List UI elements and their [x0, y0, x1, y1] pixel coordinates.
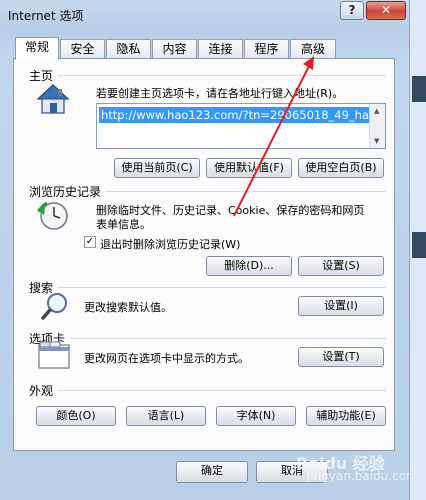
- tab-programs[interactable]: 程序: [244, 39, 289, 59]
- tabs-settings-button[interactable]: 设置(T): [298, 347, 384, 367]
- search-description: 更改搜索默认值。: [84, 301, 172, 314]
- scroll-down-icon[interactable]: ▼: [374, 137, 379, 145]
- title-bar[interactable]: Internet 选项 ? ✕: [0, 0, 410, 30]
- scroll-up-icon[interactable]: ▲: [374, 107, 379, 115]
- background-fragment: [412, 232, 426, 258]
- homepage-url-text: http://www.hao123.com/?tn=29065018_49_ha…: [99, 107, 369, 123]
- help-button[interactable]: ?: [340, 1, 364, 20]
- tab-connections[interactable]: 连接: [198, 39, 243, 59]
- tab-general[interactable]: 常规: [15, 37, 59, 60]
- search-separator: [58, 287, 386, 288]
- use-blank-button[interactable]: 使用空白页(B): [298, 158, 384, 178]
- tab-advanced[interactable]: 高级: [290, 39, 336, 59]
- background-strip: [410, 0, 426, 500]
- homepage-group-title: 主页: [29, 69, 54, 83]
- homepage-description: 若要创建主页选项卡，请在各地址行键入地址(R)。: [96, 87, 344, 100]
- history-clock-icon: [36, 199, 70, 236]
- history-separator: [106, 191, 386, 192]
- delete-on-exit-label[interactable]: 退出时删除浏览历史记录(W): [100, 236, 240, 252]
- tabs-description: 更改网页在选项卡中显示的方式。: [84, 352, 249, 365]
- window-title: Internet 选项: [8, 9, 84, 23]
- home-icon: [36, 83, 70, 118]
- tab-security[interactable]: 安全: [60, 39, 105, 59]
- general-tab-panel: 主页 若要创建主页选项卡，请在各地址行键入地址(R)。 http://www.h…: [13, 58, 395, 451]
- appearance-separator: [58, 390, 386, 391]
- delete-on-exit-checkbox[interactable]: ✓: [84, 236, 96, 248]
- baidu-watermark-url: jingyan.baidu.com: [307, 469, 418, 483]
- use-default-button[interactable]: 使用默认值(F): [206, 158, 292, 178]
- accessibility-button[interactable]: 辅助功能(E): [306, 406, 386, 426]
- search-magnifier-icon: [40, 291, 70, 324]
- tabs-separator: [70, 338, 386, 339]
- homepage-url-textarea[interactable]: http://www.hao123.com/?tn=29065018_49_ha…: [96, 103, 386, 149]
- history-description-line2: 表单信息。: [96, 218, 151, 231]
- search-settings-button[interactable]: 设置(I): [298, 296, 384, 316]
- internet-options-dialog: Internet 选项 ? ✕ 常规 安全 隐私 内容 连接 程序 高级 主页 …: [0, 0, 418, 500]
- close-button[interactable]: ✕: [366, 1, 406, 20]
- homepage-separator: [58, 75, 386, 76]
- history-settings-button[interactable]: 设置(S): [298, 256, 384, 276]
- background-fragment: [412, 76, 426, 102]
- appearance-group-title: 外观: [29, 384, 54, 398]
- languages-button[interactable]: 语言(L): [126, 406, 206, 426]
- colors-button[interactable]: 颜色(O): [36, 406, 116, 426]
- tabbed-window-icon: [38, 341, 70, 372]
- tab-privacy[interactable]: 隐私: [106, 39, 151, 59]
- use-current-button[interactable]: 使用当前页(C): [114, 158, 200, 178]
- ok-button[interactable]: 确定: [176, 461, 248, 483]
- url-scrollbar[interactable]: ▲ ▼: [369, 104, 385, 148]
- delete-history-button[interactable]: 删除(D)...: [206, 256, 292, 276]
- tab-content[interactable]: 内容: [152, 39, 197, 59]
- history-group-title: 浏览历史记录: [29, 185, 102, 199]
- fonts-button[interactable]: 字体(N): [216, 406, 296, 426]
